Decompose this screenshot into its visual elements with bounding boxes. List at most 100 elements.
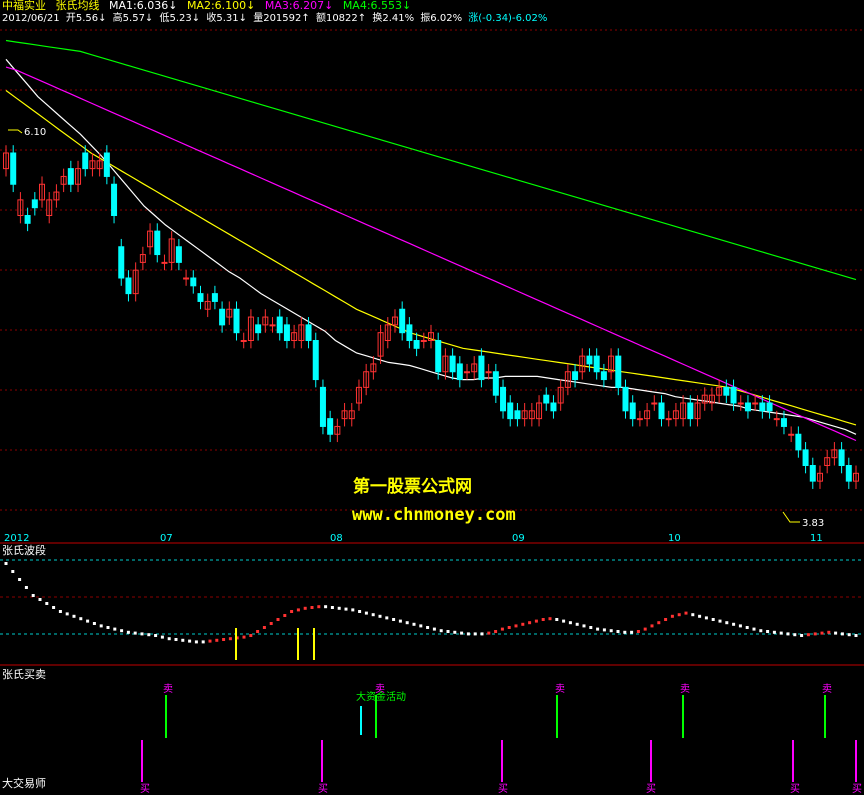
candle-down — [543, 394, 550, 404]
wave-dot — [283, 614, 287, 617]
wave-dot — [507, 626, 511, 629]
sell-label: 卖 — [680, 684, 690, 695]
buy-label: 买 — [852, 784, 862, 795]
wave-dot — [392, 618, 396, 621]
wave-dot — [820, 631, 824, 635]
wave-dot — [65, 612, 69, 616]
info-date: 2012/06/21 — [2, 13, 60, 24]
wave-dot — [752, 627, 756, 631]
ma-line-ma3 — [5, 66, 857, 442]
candle-up — [773, 418, 780, 421]
wave-dot — [806, 633, 810, 637]
wave-dot — [154, 634, 158, 637]
candle-down — [10, 152, 17, 185]
wave-dot — [181, 638, 185, 642]
wave-dot — [738, 624, 742, 628]
candle-down — [845, 465, 852, 482]
info-volume: 量201592↑ — [253, 13, 310, 24]
wave-indicator — [4, 562, 858, 660]
candle-down — [795, 433, 802, 451]
candle-up — [737, 402, 744, 405]
candle-up — [651, 402, 658, 405]
candle-down — [305, 324, 312, 341]
candle-down — [809, 465, 816, 482]
candle-down — [283, 324, 290, 341]
wave-dot — [698, 614, 702, 618]
candle-down — [507, 402, 514, 420]
wave-dot — [290, 610, 294, 613]
wave-dot — [643, 627, 647, 631]
wave-dot — [120, 629, 124, 633]
x-axis-label-09: 09 — [512, 533, 525, 544]
candle-down — [629, 402, 636, 420]
wave-dot — [242, 635, 246, 639]
candle-down — [233, 308, 240, 334]
candle-up — [183, 277, 190, 280]
wave-dot — [38, 598, 42, 601]
wave-dot — [745, 626, 749, 629]
wave-dot — [92, 622, 96, 625]
wave-dot — [215, 638, 219, 642]
candle-up — [420, 340, 427, 342]
wave-dot — [324, 605, 328, 609]
wave-dot — [732, 622, 736, 626]
buy-label: 买 — [790, 784, 800, 795]
candle-down — [219, 308, 226, 326]
wave-dot — [167, 637, 171, 641]
wave-dot — [623, 630, 627, 634]
candle-down — [838, 449, 845, 466]
wave-dot — [494, 630, 498, 633]
wave-dot — [24, 586, 28, 589]
candle-up — [485, 371, 492, 374]
candle-down — [687, 402, 694, 420]
wave-dot — [664, 618, 668, 621]
wave-dot — [847, 633, 851, 637]
wave-dot — [45, 602, 49, 605]
wave-dot — [834, 631, 838, 635]
wave-dot — [534, 619, 538, 623]
ma-line-ma1 — [5, 58, 857, 435]
candle-down — [500, 386, 507, 412]
candle-down — [766, 402, 773, 412]
wave-dot — [426, 626, 430, 629]
wave-dot — [296, 608, 300, 612]
wave-dot — [514, 624, 518, 628]
candle-down — [31, 199, 38, 209]
candle-down — [802, 449, 809, 466]
candle-down — [449, 355, 456, 373]
wave-dot — [432, 627, 436, 631]
wave-dot — [813, 632, 817, 636]
candle-down — [572, 371, 579, 381]
wave-dot — [439, 629, 443, 633]
wave-dot — [521, 622, 525, 626]
wave-dot — [718, 619, 722, 623]
wave-dot — [371, 613, 375, 617]
x-axis-label-08: 08 — [330, 533, 343, 544]
wave-dot — [541, 618, 545, 621]
wave-dot — [854, 634, 858, 637]
stock-chart[interactable] — [0, 0, 864, 792]
candlesticks[interactable] — [3, 145, 859, 489]
candle-down — [312, 340, 319, 381]
candle-down — [600, 371, 607, 381]
wave-dot — [609, 629, 613, 633]
wave-dot — [160, 635, 164, 639]
candle-up — [636, 418, 643, 421]
wave-dot — [262, 626, 266, 629]
grid-lines — [0, 29, 864, 666]
wave-dot — [528, 621, 532, 625]
wave-dot — [201, 640, 205, 644]
wave-dot — [344, 607, 348, 611]
wave-dot — [364, 611, 368, 615]
info-high: 高5.57↓ — [112, 13, 154, 24]
candle-down — [730, 386, 737, 404]
x-axis-label-07: 07 — [160, 533, 173, 544]
candle-up — [240, 340, 247, 342]
x-axis-label-2012: 2012 — [4, 533, 30, 544]
x-axis-label-11: 11 — [810, 533, 823, 544]
buy-label: 买 — [498, 784, 508, 795]
wave-dot — [453, 630, 457, 634]
wave-dot — [636, 630, 640, 633]
candle-up — [161, 261, 168, 264]
wave-dot — [31, 594, 35, 597]
